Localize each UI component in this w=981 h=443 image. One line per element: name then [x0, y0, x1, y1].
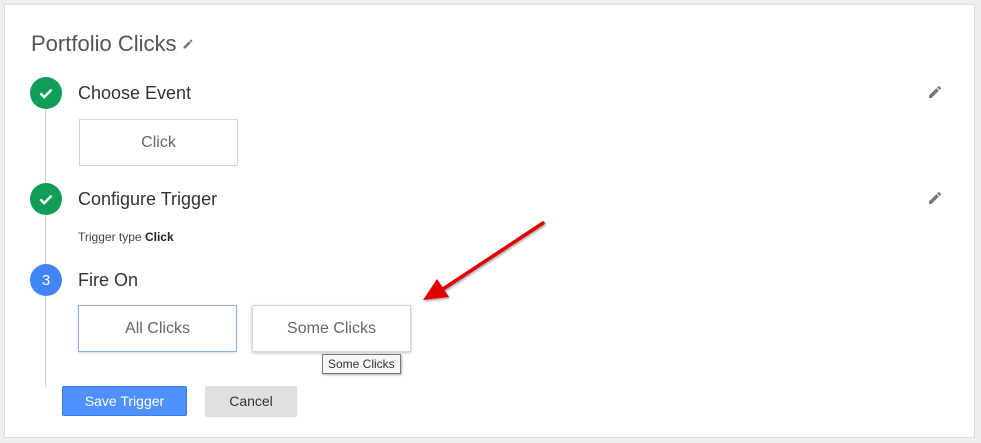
step-title-configure-trigger: Configure Trigger	[78, 189, 218, 209]
check-icon	[30, 77, 62, 109]
check-icon	[30, 183, 62, 215]
step-title-choose-event: Choose Event	[78, 83, 192, 103]
trigger-type-value: Click	[144, 230, 174, 244]
edit-choose-event-pencil-icon[interactable]	[925, 82, 945, 102]
annotation-arrow-icon	[423, 221, 545, 300]
fire-on-some-clicks-option[interactable]: Some Clicks	[252, 305, 411, 352]
fire-on-all-clicks-option[interactable]: All Clicks	[78, 305, 237, 352]
event-click-tile[interactable]: Click	[79, 119, 238, 166]
trigger-type-label: Trigger type	[78, 230, 142, 244]
cancel-button[interactable]: Cancel	[205, 386, 297, 416]
some-clicks-tooltip: Some Clicks	[322, 354, 401, 374]
trigger-editor-card: Portfolio Clicks Choose Event Click Conf…	[4, 4, 975, 438]
trigger-title: Portfolio Clicks	[31, 31, 194, 57]
step-number-badge: 3	[30, 264, 62, 296]
save-trigger-button[interactable]: Save Trigger	[62, 386, 187, 416]
step-title-fire-on: Fire On	[78, 270, 139, 290]
edit-configure-trigger-pencil-icon[interactable]	[925, 188, 945, 208]
pencil-icon[interactable]	[182, 38, 194, 50]
step-connector-line	[45, 109, 46, 387]
trigger-type-summary: Trigger type Click	[78, 230, 174, 244]
trigger-name: Portfolio Clicks	[31, 31, 177, 56]
